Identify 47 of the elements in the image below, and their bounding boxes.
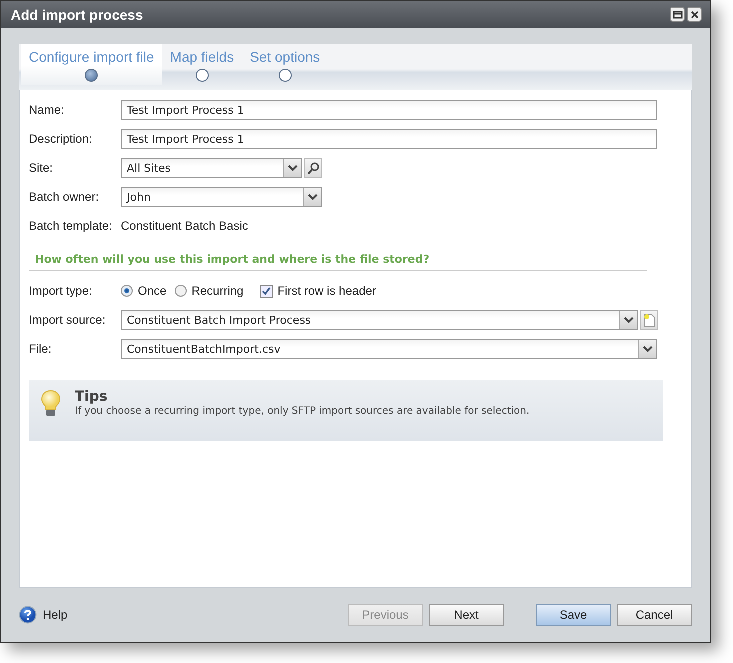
caret-icon <box>288 164 298 172</box>
field-value: Constituent Batch Basic <box>121 219 248 233</box>
caret-icon <box>308 194 318 200</box>
current-step-dot <box>85 69 98 82</box>
search-button[interactable] <box>304 158 322 178</box>
field-label: File: <box>29 342 53 356</box>
dialog-button[interactable]: Next <box>429 604 504 626</box>
dropdown-button[interactable] <box>638 340 656 358</box>
close-icon <box>688 8 700 20</box>
close-button[interactable] <box>687 7 702 22</box>
input-field[interactable]: Test Import Process 1 <box>121 129 657 149</box>
caret-icon <box>642 346 652 352</box>
maximize-button[interactable] <box>670 7 685 22</box>
checkbox[interactable]: First row is header <box>260 284 376 298</box>
light-bulb-icon <box>39 389 63 417</box>
dropdown-field[interactable]: All Sites <box>121 158 302 178</box>
step-dot <box>196 69 209 82</box>
dropdown-button[interactable] <box>303 188 321 206</box>
radio-button[interactable]: Once <box>121 284 167 298</box>
search-icon <box>307 162 319 174</box>
caret-icon <box>624 316 634 324</box>
dropdown-field[interactable]: John <box>121 187 322 207</box>
dropdown-button[interactable] <box>283 159 301 177</box>
field-label: Batch template: <box>29 219 114 233</box>
input-field[interactable]: Test Import Process 1 <box>121 100 657 120</box>
step-dot <box>278 69 292 82</box>
field-label: Name: <box>29 103 66 117</box>
dropdown-button[interactable] <box>619 311 637 329</box>
field-label: Import source: <box>29 313 107 327</box>
new-document-icon <box>642 312 656 328</box>
checkmark-icon <box>260 286 272 296</box>
tips-title: Tips <box>75 389 109 405</box>
radio-button[interactable]: Recurring <box>174 284 244 298</box>
field-label: Import type: <box>29 284 94 298</box>
dropdown-field[interactable]: Constituent Batch Import Process <box>121 310 638 330</box>
help-link[interactable]: Help <box>19 606 68 624</box>
field-label: Batch owner: <box>29 190 100 204</box>
tips-text: If you choose a recurring import type, only SFTP import sources are available for selection. <box>75 406 530 417</box>
field-label: Description: <box>29 132 94 146</box>
dropdown-field[interactable]: ConstituentBatchImport.csv <box>121 339 657 359</box>
window-title: Add import process <box>11 6 144 22</box>
dialog-button[interactable]: Cancel <box>617 604 692 626</box>
dialog-button[interactable]: Save <box>536 604 611 626</box>
maximize-icon <box>672 8 684 20</box>
section-heading: How often will you use this import and where is the file stored? <box>29 249 647 271</box>
help-icon <box>19 606 37 624</box>
field-label: Site: <box>29 161 54 175</box>
